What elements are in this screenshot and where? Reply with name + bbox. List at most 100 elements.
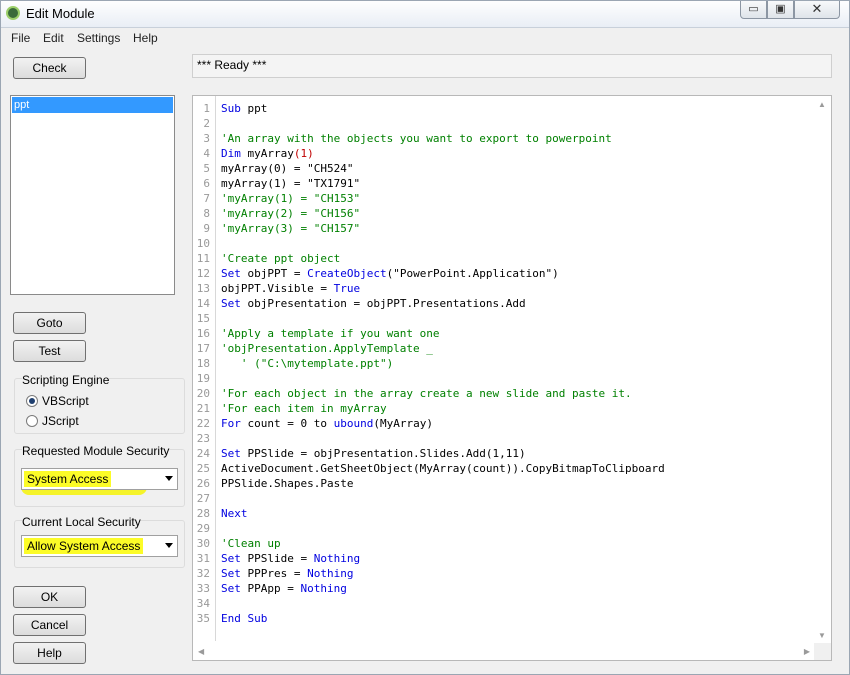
vertical-scrollbar[interactable]: ▲ ▼ (814, 96, 831, 644)
check-button[interactable]: Check (13, 57, 86, 79)
cancel-button[interactable]: Cancel (13, 614, 86, 636)
code-token: objPresentation = objPPT.Presentations.A… (240, 297, 526, 310)
code-line[interactable]: 'For each object in the array create a n… (221, 386, 811, 401)
code-line[interactable]: For count = 0 to ubound(MyArray) (221, 416, 811, 431)
local-security-select[interactable]: Allow System Access (21, 535, 178, 557)
line-number: 22 (196, 417, 210, 430)
code-line[interactable] (221, 311, 811, 326)
code-editor[interactable]: 1 2 3 4 5 6 7 8 9 10 11 12 13 14 15 16 17 18 19 20 21 22 23 24 2… (192, 95, 832, 661)
goto-button[interactable]: Goto (13, 312, 86, 334)
code-line[interactable]: myArray(1) = "TX1791" (221, 176, 811, 191)
module-item-ppt[interactable]: ppt (12, 97, 173, 113)
test-button[interactable]: Test (13, 340, 86, 362)
code-token: Set (221, 267, 241, 280)
code-line[interactable]: Set PPSlide = Nothing (221, 551, 811, 566)
code-line[interactable] (221, 116, 811, 131)
menu-bar: File Edit Settings Help (0, 28, 850, 48)
code-line[interactable]: 'objPresentation.ApplyTemplate _ (221, 341, 811, 356)
code-line[interactable] (221, 236, 811, 251)
code-token: PPApp = (240, 582, 301, 595)
code-token: PPSlide = (240, 552, 314, 565)
code-token: 'Create ppt object (221, 252, 341, 265)
requested-security-group: Requested Module Security System Access (14, 444, 185, 507)
jscript-radio[interactable] (26, 415, 38, 427)
code-line[interactable]: 'Apply a template if you want one (221, 326, 811, 341)
code-line[interactable]: Dim myArray(1) (221, 146, 811, 161)
code-line[interactable]: 'myArray(2) = "CH156" (221, 206, 811, 221)
line-number: 11 (196, 252, 210, 265)
code-token: Nothing (307, 567, 354, 580)
code-area[interactable]: Sub ppt 'An array with the objects you wa… (221, 101, 811, 626)
code-line[interactable]: ActiveDocument.GetSheetObject(MyArray(co… (221, 461, 811, 476)
requested-security-select[interactable]: System Access (21, 468, 178, 490)
line-number: 31 (196, 552, 210, 565)
code-line[interactable]: 'Create ppt object (221, 251, 811, 266)
local-security-label: Current Local Security (22, 515, 141, 529)
code-line[interactable]: Set PPSlide = objPresentation.Slides.Add… (221, 446, 811, 461)
menu-help[interactable]: Help (133, 31, 158, 45)
line-number: 10 (196, 237, 210, 250)
title-bar[interactable]: Edit Module ▭ ▣ ✕ (0, 0, 850, 28)
code-token: (MyArray) (373, 417, 433, 430)
code-line[interactable] (221, 491, 811, 506)
ok-button[interactable]: OK (13, 586, 86, 608)
scroll-right-icon[interactable]: ▶ (804, 647, 810, 656)
code-token: Nothing (300, 582, 347, 595)
line-number: 2 (203, 117, 210, 130)
code-token: Nothing (313, 552, 361, 565)
jscript-label[interactable]: JScript (42, 414, 79, 428)
code-line[interactable]: Set PPApp = Nothing (221, 581, 811, 596)
line-number: 25 (196, 462, 210, 475)
code-token: PPSlide.Shapes.Paste (221, 477, 354, 490)
code-token: ActiveDocument.GetSheetObject(MyArray(co… (221, 462, 665, 475)
code-line[interactable] (221, 596, 811, 611)
menu-edit[interactable]: Edit (43, 31, 64, 45)
code-token: Set (221, 552, 241, 565)
scroll-up-icon[interactable]: ▲ (818, 100, 826, 109)
line-number: 24 (196, 447, 210, 460)
code-token: 'myArray(3) = "CH157" (221, 222, 361, 235)
horizontal-scrollbar[interactable]: ◀ ▶ (193, 643, 815, 660)
scripting-engine-label: Scripting Engine (22, 373, 110, 387)
code-line[interactable]: 'For each item in myArray (221, 401, 811, 416)
line-number: 35 (196, 612, 210, 625)
code-line[interactable]: myArray(0) = "CH524" (221, 161, 811, 176)
scroll-down-icon[interactable]: ▼ (818, 631, 826, 640)
code-line[interactable]: PPSlide.Shapes.Paste (221, 476, 811, 491)
line-number: 18 (196, 357, 210, 370)
code-line[interactable]: Set objPPT = CreateObject("PowerPoint.Ap… (221, 266, 811, 281)
line-number-gutter: 1 2 3 4 5 6 7 8 9 10 11 12 13 14 15 16 17 18 19 20 21 22 23 24 2… (193, 101, 213, 626)
menu-settings[interactable]: Settings (77, 31, 120, 45)
vbscript-radio[interactable] (26, 395, 38, 407)
close-button[interactable]: ✕ (794, 0, 840, 19)
line-number: 21 (196, 402, 210, 415)
code-line[interactable]: Set objPresentation = objPPT.Presentatio… (221, 296, 811, 311)
code-line[interactable]: End Sub (221, 611, 811, 626)
line-number: 15 (196, 312, 210, 325)
resize-grip[interactable] (814, 643, 831, 660)
code-line[interactable]: 'Clean up (221, 536, 811, 551)
module-list[interactable]: ppt (10, 95, 175, 295)
code-line[interactable]: Set PPPres = Nothing (221, 566, 811, 581)
scroll-left-icon[interactable]: ◀ (198, 647, 204, 656)
vbscript-label[interactable]: VBScript (42, 394, 89, 408)
minimize-button[interactable]: ▭ (740, 0, 767, 19)
local-security-value: Allow System Access (24, 538, 144, 554)
menu-file[interactable]: File (11, 31, 30, 45)
code-line[interactable] (221, 521, 811, 536)
line-number: 16 (196, 327, 210, 340)
help-button[interactable]: Help (13, 642, 86, 664)
code-line[interactable]: objPPT.Visible = True (221, 281, 811, 296)
code-line[interactable]: Next (221, 506, 811, 521)
code-line[interactable]: Sub ppt (221, 101, 811, 116)
code-line[interactable] (221, 371, 811, 386)
maximize-button[interactable]: ▣ (767, 0, 794, 19)
code-line[interactable]: 'An array with the objects you want to e… (221, 131, 811, 146)
code-line[interactable]: 'myArray(1) = "CH153" (221, 191, 811, 206)
code-token: ubound (333, 417, 374, 430)
code-line[interactable] (221, 431, 811, 446)
code-line[interactable]: ' ("C:\mytemplate.ppt") (221, 356, 811, 371)
line-number: 14 (196, 297, 210, 310)
code-line[interactable]: 'myArray(3) = "CH157" (221, 221, 811, 236)
code-token: 'myArray(2) = "CH156" (221, 207, 361, 220)
